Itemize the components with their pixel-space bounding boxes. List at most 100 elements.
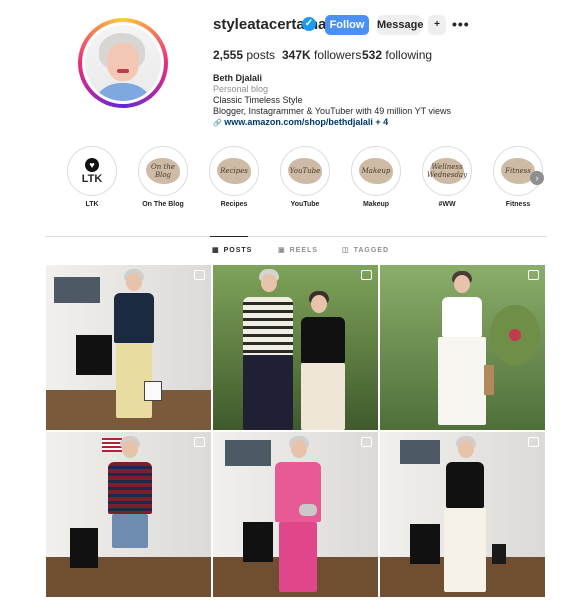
more-options-icon[interactable]: •••: [452, 16, 470, 32]
heart-icon: ♥: [85, 157, 99, 172]
post-handbag: [484, 365, 494, 395]
following-label: following: [385, 48, 433, 62]
post-thumbnail[interactable]: [380, 265, 545, 430]
post-figure-dress: [442, 297, 482, 337]
avatar-lips: [117, 69, 129, 73]
bio-name: Beth Djalali: [213, 73, 263, 83]
posts-count: 2,555: [213, 48, 244, 62]
highlight-recipes[interactable]: Recipes Recipes: [204, 146, 264, 208]
avatar-shirt: [91, 83, 155, 101]
post-figure-head: [122, 440, 138, 458]
following-count: 532: [362, 48, 383, 62]
highlight-makeup[interactable]: Makeup Makeup: [346, 146, 406, 208]
ltk-logo-text: LTK: [81, 172, 103, 185]
post-figure-top: [114, 293, 154, 343]
post-figure-head: [458, 440, 474, 458]
highlight-label: #WW: [438, 201, 456, 208]
post-figure-pants: [444, 508, 486, 592]
post-flag: [102, 438, 122, 452]
highlight-label: On The Blog: [142, 201, 184, 208]
highlight-cover-text: Recipes: [217, 158, 251, 184]
post-figure-head: [291, 440, 307, 458]
highlight-label: LTK: [85, 201, 99, 208]
post-figure-head: [126, 273, 142, 291]
post-fireplace: [243, 522, 273, 562]
post-figure-head: [261, 274, 277, 292]
followers-count: 347K: [282, 48, 311, 62]
profile-bio: Beth Djalali Personal blog Classic Timel…: [213, 73, 451, 129]
post-handbag: [144, 381, 162, 401]
post-thumbnail[interactable]: [213, 432, 378, 597]
highlight-cover: Makeup: [351, 146, 401, 196]
stat-posts: 2,555 posts: [213, 48, 275, 62]
post-figure-top: [301, 317, 345, 363]
highlight-cover: On the Blog: [138, 146, 188, 196]
reel-icon: [528, 270, 539, 280]
post-fireplace: [410, 524, 440, 564]
highlight-cover-text: Wellness Wednesday: [427, 158, 467, 184]
post-handbag: [492, 544, 506, 564]
tab-label: TAGGED: [353, 247, 390, 254]
post-fireplace: [76, 335, 112, 375]
post-rose-bush: [490, 305, 540, 365]
highlight-ww[interactable]: Wellness Wednesday #WW: [417, 146, 477, 208]
ltk-logo: ♥ LTK: [69, 148, 115, 194]
post-figure-skirt: [301, 363, 345, 430]
post-artwork: [225, 440, 271, 466]
tabs-divider: [45, 236, 547, 237]
highlight-cover-text: Makeup: [359, 158, 393, 184]
highlight-cover: ♥ LTK: [67, 146, 117, 196]
tab-posts[interactable]: ▦ POSTS: [212, 246, 252, 254]
reel-icon: [361, 437, 372, 447]
highlight-label: YouTube: [290, 201, 320, 208]
post-figure-top: [243, 297, 293, 355]
active-tab-indicator: [210, 236, 248, 237]
avatar-photo: [85, 25, 161, 101]
bio-category: Personal blog: [213, 84, 269, 94]
bio-line: Classic Timeless Style: [213, 95, 303, 105]
post-figure-top: [108, 462, 152, 514]
post-artwork: [400, 440, 440, 464]
reel-icon: [194, 437, 205, 447]
bio-link-row[interactable]: 🔗 www.amazon.com/shop/bethdjalali + 4: [213, 117, 451, 129]
post-artwork: [54, 277, 100, 303]
highlight-cover-text: On the Blog: [146, 158, 180, 184]
grid-icon: ▦: [212, 247, 220, 254]
post-thumbnail[interactable]: [46, 432, 211, 597]
highlight-youtube[interactable]: YouTube YouTube: [275, 146, 335, 208]
tab-tagged[interactable]: ◫ TAGGED: [342, 246, 389, 254]
highlights-next-chevron-icon[interactable]: ›: [530, 171, 544, 185]
reels-icon: ▣: [278, 247, 286, 254]
tab-reels[interactable]: ▣ REELS: [278, 246, 318, 254]
post-thumbnail[interactable]: [213, 265, 378, 430]
post-figure-pants: [243, 355, 293, 430]
tab-label: REELS: [289, 247, 318, 254]
highlight-on-the-blog[interactable]: On the Blog On The Blog: [133, 146, 193, 208]
suggested-accounts-button[interactable]: +: [428, 15, 446, 35]
post-thumbnail[interactable]: [380, 432, 545, 597]
post-thumbnail[interactable]: [46, 265, 211, 430]
bio-link[interactable]: www.amazon.com/shop/bethdjalali + 4: [224, 117, 388, 127]
stat-following[interactable]: 532 following: [362, 48, 432, 62]
post-figure-head: [311, 295, 327, 313]
avatar[interactable]: [82, 22, 164, 104]
reel-icon: [194, 270, 205, 280]
add-person-icon: +: [434, 19, 440, 30]
post-fireplace: [70, 528, 98, 568]
post-figure-head: [454, 275, 470, 293]
highlight-cover: YouTube: [280, 146, 330, 196]
message-button[interactable]: Message: [377, 15, 423, 35]
followers-label: followers: [314, 48, 362, 62]
highlight-ltk[interactable]: ♥ LTK LTK: [62, 146, 122, 208]
stat-followers[interactable]: 347K followers: [282, 48, 361, 62]
post-handbag: [299, 504, 317, 516]
verified-badge-icon: ✓: [302, 17, 316, 31]
tagged-icon: ◫: [342, 247, 350, 254]
post-background: [213, 265, 378, 430]
follow-button[interactable]: Follow: [325, 15, 369, 35]
reel-icon: [361, 270, 372, 280]
highlight-label: Fitness: [505, 201, 531, 208]
tab-label: POSTS: [223, 247, 253, 254]
post-figure-shorts: [112, 514, 148, 548]
highlight-label: Recipes: [220, 201, 248, 208]
